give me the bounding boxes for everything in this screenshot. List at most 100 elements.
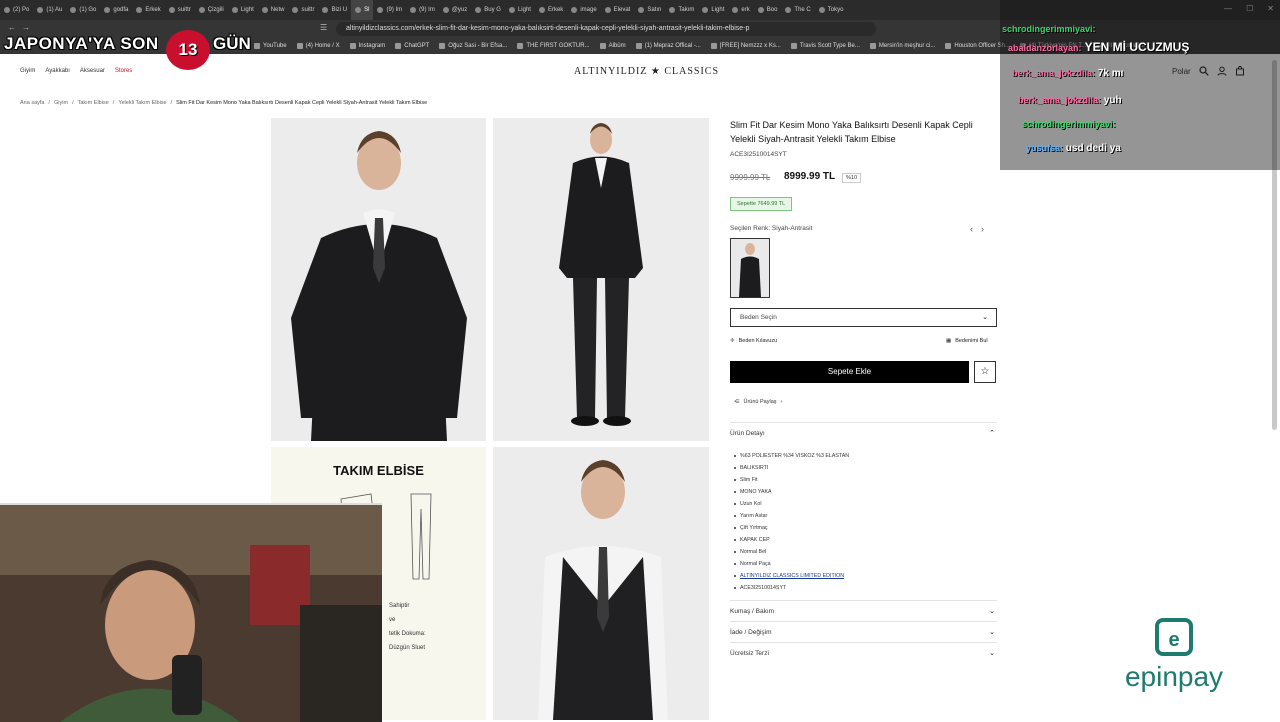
tab-favicon-icon	[604, 7, 611, 13]
browser-tab[interactable]: Tokyo	[815, 0, 848, 20]
tab-favicon-icon	[37, 7, 44, 13]
countdown-number: 13	[166, 30, 210, 70]
breadcrumb: Ana sayfa / Giyim / Takım Elbise / Yelekli …	[20, 100, 427, 106]
chevron-left-icon[interactable]: ‹	[970, 224, 973, 234]
bookmark-item[interactable]: (1) Mepraz Offical -...	[635, 43, 701, 49]
browser-tab[interactable]: Çizgili	[195, 0, 228, 20]
detail-item: Uzun Kol	[733, 498, 849, 510]
cart-price-badge: Sepette 7649.99 TL	[730, 197, 793, 211]
add-to-cart-button[interactable]: Sepete Ekle	[730, 361, 969, 383]
bookmark-icon	[517, 43, 524, 49]
bookmark-item[interactable]: Oğuz Sasi - Bir Efsa...	[439, 43, 507, 49]
url-field[interactable]: altinyildizclassics.com/erkek-slim-fit-d…	[336, 22, 876, 36]
browser-tab[interactable]: (2) Po	[0, 0, 33, 20]
ruler-icon: ▦	[946, 338, 952, 344]
site-logo[interactable]: ALTINYILDIZ ★ CLASSICS	[574, 66, 719, 77]
browser-tab[interactable]: Bizi U	[318, 0, 351, 20]
detail-link[interactable]: ALTINYILDIZ CLASSICS LIMITED EDITION	[733, 570, 849, 582]
tab-favicon-icon	[669, 7, 676, 13]
browser-tab[interactable]: (9) Im	[406, 0, 439, 20]
breadcrumb-item[interactable]: Giyim	[54, 100, 68, 106]
breadcrumb-item[interactable]: Ana sayfa	[20, 100, 44, 106]
browser-tab[interactable]: Takım	[665, 0, 698, 20]
tab-favicon-icon	[732, 7, 739, 13]
nav-aksesuar[interactable]: Aksesuar	[80, 68, 105, 74]
bookmark-item[interactable]: [FREE] Nemzzz x Ks...	[710, 43, 781, 49]
bookmark-label: Travis Scott Type Be...	[799, 43, 860, 49]
browser-tab[interactable]: Light	[228, 0, 258, 20]
bookmark-item[interactable]: Instagram	[349, 43, 385, 49]
sketch-title: TAKIM ELBİSE	[333, 463, 424, 478]
browser-tab[interactable]: suittr	[288, 0, 318, 20]
browser-tab[interactable]: erk	[728, 0, 753, 20]
chevron-right-icon[interactable]: ›	[981, 224, 984, 234]
browser-tab[interactable]: Buy G	[471, 0, 505, 20]
chat-user: berk_ama_jokzdila:	[1012, 68, 1096, 78]
browser-tab[interactable]: godfa	[100, 0, 132, 20]
browser-tab[interactable]: Sl	[351, 0, 374, 20]
product-image-front[interactable]	[271, 118, 486, 441]
find-size-link[interactable]: ▦ Bedenimi Bul	[946, 338, 988, 344]
accordion-fabric-care[interactable]: Kumaş / Bakım ⌄	[730, 600, 997, 621]
accordion-product-details[interactable]: Ürün Detayı ⌃	[730, 422, 997, 445]
epinpay-logo: e epinpay	[1125, 618, 1223, 692]
browser-tab[interactable]: Erkek	[535, 0, 567, 20]
accordion-returns[interactable]: İade / Değişim ⌄	[730, 621, 997, 642]
accordion-free-tailor[interactable]: Ücretsiz Terzi ⌄	[730, 642, 997, 663]
product-image-full[interactable]	[493, 118, 709, 441]
tab-label: Erkek	[547, 7, 564, 13]
find-size-label: Bedenimi Bul	[955, 338, 988, 344]
bookmark-item[interactable]: Albüm	[599, 43, 626, 49]
chevron-right-icon: ›	[780, 399, 783, 405]
browser-tab[interactable]: suittr	[165, 0, 195, 20]
color-swatch[interactable]	[730, 238, 770, 298]
favorite-button[interactable]: ☆	[974, 361, 996, 383]
share-link[interactable]: ⋲ Ürünü Paylaş ›	[734, 399, 782, 405]
discount-badge: %10	[842, 173, 862, 183]
bookmark-item[interactable]: THE FIRST GOKTUR...	[517, 43, 590, 49]
site-info-icon[interactable]: ☰	[320, 23, 327, 32]
size-select[interactable]: Beden Seçin ⌄	[730, 308, 997, 327]
back-icon[interactable]: ←	[8, 23, 16, 32]
tab-label: suittr	[301, 7, 315, 13]
sponsor-name: epinpay	[1125, 661, 1223, 692]
browser-tab[interactable]: Netw	[258, 0, 289, 20]
bookmark-icon	[296, 43, 303, 49]
tab-favicon-icon	[638, 7, 645, 13]
browser-tab[interactable]: The C	[781, 0, 814, 20]
sketch-note: tetik Dokuma:	[389, 631, 426, 637]
browser-tab[interactable]: image	[567, 0, 600, 20]
product-details-list: %63 POLIESTER %34 VISKOZ %3 ELASTAN BALI…	[733, 450, 849, 594]
bookmark-item[interactable]: (4) Home / X	[296, 43, 340, 49]
nav-ayakkabi[interactable]: Ayakkabı	[45, 68, 70, 74]
nav-giyim[interactable]: Giyim	[20, 68, 35, 74]
chevron-up-icon: ⌃	[989, 430, 995, 437]
tab-label: image	[580, 7, 597, 13]
bookmark-item[interactable]: YouTube	[254, 43, 287, 49]
tab-favicon-icon	[702, 7, 709, 13]
tab-favicon-icon	[757, 7, 764, 13]
breadcrumb-item[interactable]: Takım Elbise	[78, 100, 109, 106]
detail-item: Normal Bel	[733, 546, 849, 558]
bookmark-item[interactable]: Travis Scott Type Be...	[790, 43, 860, 49]
product-image-vest[interactable]	[493, 447, 709, 720]
browser-tab[interactable]: (1) Au	[33, 0, 66, 20]
breadcrumb-item[interactable]: Yelekli Takım Elbise	[118, 100, 166, 106]
bookmark-item[interactable]: Mersin'in meşhur ci...	[869, 43, 935, 49]
browser-tab[interactable]: Elevat	[601, 0, 635, 20]
browser-tab[interactable]: Light	[698, 0, 728, 20]
browser-tab[interactable]: Boo	[754, 0, 782, 20]
browser-tab[interactable]: (9) Im	[373, 0, 406, 20]
browser-tab[interactable]: Satın	[634, 0, 665, 20]
browser-tab[interactable]: @yuz	[439, 0, 471, 20]
tab-label: Light	[240, 7, 254, 13]
forward-icon[interactable]: →	[22, 23, 30, 32]
bookmark-item[interactable]: ChatGPT	[395, 43, 429, 49]
nav-stores[interactable]: Stores	[115, 68, 132, 74]
browser-tab[interactable]: (1) Go	[66, 0, 100, 20]
chat-message: berk_ama_jokzdila: yuh	[1018, 95, 1122, 106]
size-guide-link[interactable]: ✚ Beden Kılavuzu	[730, 338, 777, 344]
browser-tab[interactable]: Light	[505, 0, 535, 20]
current-price: 8999.99 TL	[784, 171, 836, 182]
browser-tab[interactable]: Erkek	[132, 0, 164, 20]
